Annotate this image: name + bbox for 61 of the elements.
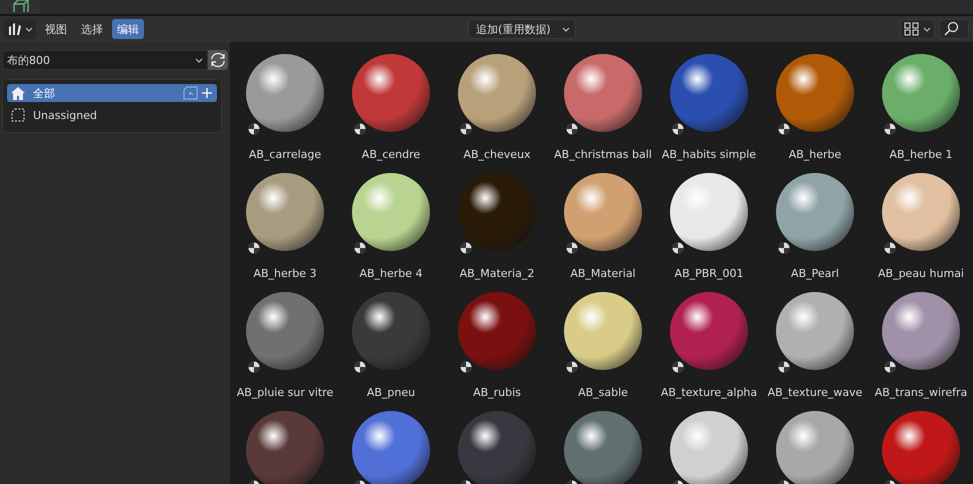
material-tile[interactable]: AB_texture_wave xyxy=(762,292,868,411)
material-type-icon xyxy=(248,242,260,254)
catalog-item[interactable]: 全部 xyxy=(7,84,217,102)
material-tile[interactable]: AB_habits simple xyxy=(656,54,762,173)
material-tile[interactable]: AB_pluie sur vitre xyxy=(232,292,338,411)
material-tile[interactable]: AB_peau humai xyxy=(868,173,973,292)
caret-icon xyxy=(195,56,203,64)
material-tile[interactable]: AB_pneu xyxy=(338,292,444,411)
material-tile[interactable]: AB_herbe 4 xyxy=(338,173,444,292)
material-tile[interactable]: AB_cendre xyxy=(338,54,444,173)
menu-item[interactable]: 编辑 xyxy=(112,19,144,39)
editor-type-button[interactable] xyxy=(4,19,36,39)
material-tile[interactable]: AB_herbe xyxy=(762,54,868,173)
menu-item[interactable]: 视图 xyxy=(40,19,72,39)
home-icon xyxy=(11,86,25,100)
caret-icon xyxy=(25,25,33,33)
import-mode-dropdown[interactable]: 追加(重用数据) xyxy=(468,19,576,39)
material-tile[interactable]: AB_carrelage xyxy=(232,54,338,173)
material-type-icon xyxy=(778,361,790,373)
material-type-icon xyxy=(884,242,896,254)
search-icon[interactable] xyxy=(939,19,969,39)
material-type-icon xyxy=(354,123,366,135)
editor-type-icon xyxy=(7,21,23,37)
display-mode-button[interactable] xyxy=(900,19,935,39)
material-type-icon xyxy=(460,242,472,254)
material-type-icon xyxy=(672,123,684,135)
new-catalog-icon xyxy=(183,86,213,100)
caret-icon xyxy=(923,25,931,33)
material-tile[interactable]: AB_Materia_2 xyxy=(444,173,550,292)
material-tile[interactable]: AB_herbe 3 xyxy=(232,173,338,292)
library-dropdown[interactable]: 布的800 xyxy=(2,50,208,70)
material-tile[interactable]: AB_Material xyxy=(550,173,656,292)
material-type-icon xyxy=(566,123,578,135)
material-type-icon xyxy=(884,361,896,373)
material-tile[interactable]: AB_christmas ball xyxy=(550,54,656,173)
material-type-icon xyxy=(248,361,260,373)
material-type-icon xyxy=(566,361,578,373)
material-type-icon xyxy=(460,123,472,135)
material-tile[interactable]: AB_PBR_001 xyxy=(656,173,762,292)
material-tile[interactable]: AB_Pearl xyxy=(762,173,868,292)
menu-item[interactable]: 选择 xyxy=(76,19,108,39)
material-tile[interactable]: AB_herbe 1 xyxy=(868,54,973,173)
material-type-icon xyxy=(566,242,578,254)
material-type-icon xyxy=(354,361,366,373)
material-tile[interactable]: AB_texture_alpha xyxy=(656,292,762,411)
material-tile[interactable]: AB_sable xyxy=(550,292,656,411)
material-type-icon xyxy=(778,242,790,254)
dashed-catalog-icon xyxy=(11,108,25,122)
material-type-icon xyxy=(248,123,260,135)
caret-icon xyxy=(562,25,570,33)
material-type-icon xyxy=(672,361,684,373)
material-type-icon xyxy=(778,123,790,135)
catalog-item[interactable]: Unassigned xyxy=(7,106,217,124)
material-type-icon xyxy=(354,242,366,254)
material-tile[interactable]: AB_cheveux xyxy=(444,54,550,173)
material-type-icon xyxy=(672,242,684,254)
material-tile[interactable]: AB_trans_wirefra xyxy=(868,292,973,411)
material-type-icon xyxy=(460,361,472,373)
material-type-icon xyxy=(884,123,896,135)
refresh-icon[interactable] xyxy=(208,50,228,70)
material-tile[interactable]: AB_rubis xyxy=(444,292,550,411)
